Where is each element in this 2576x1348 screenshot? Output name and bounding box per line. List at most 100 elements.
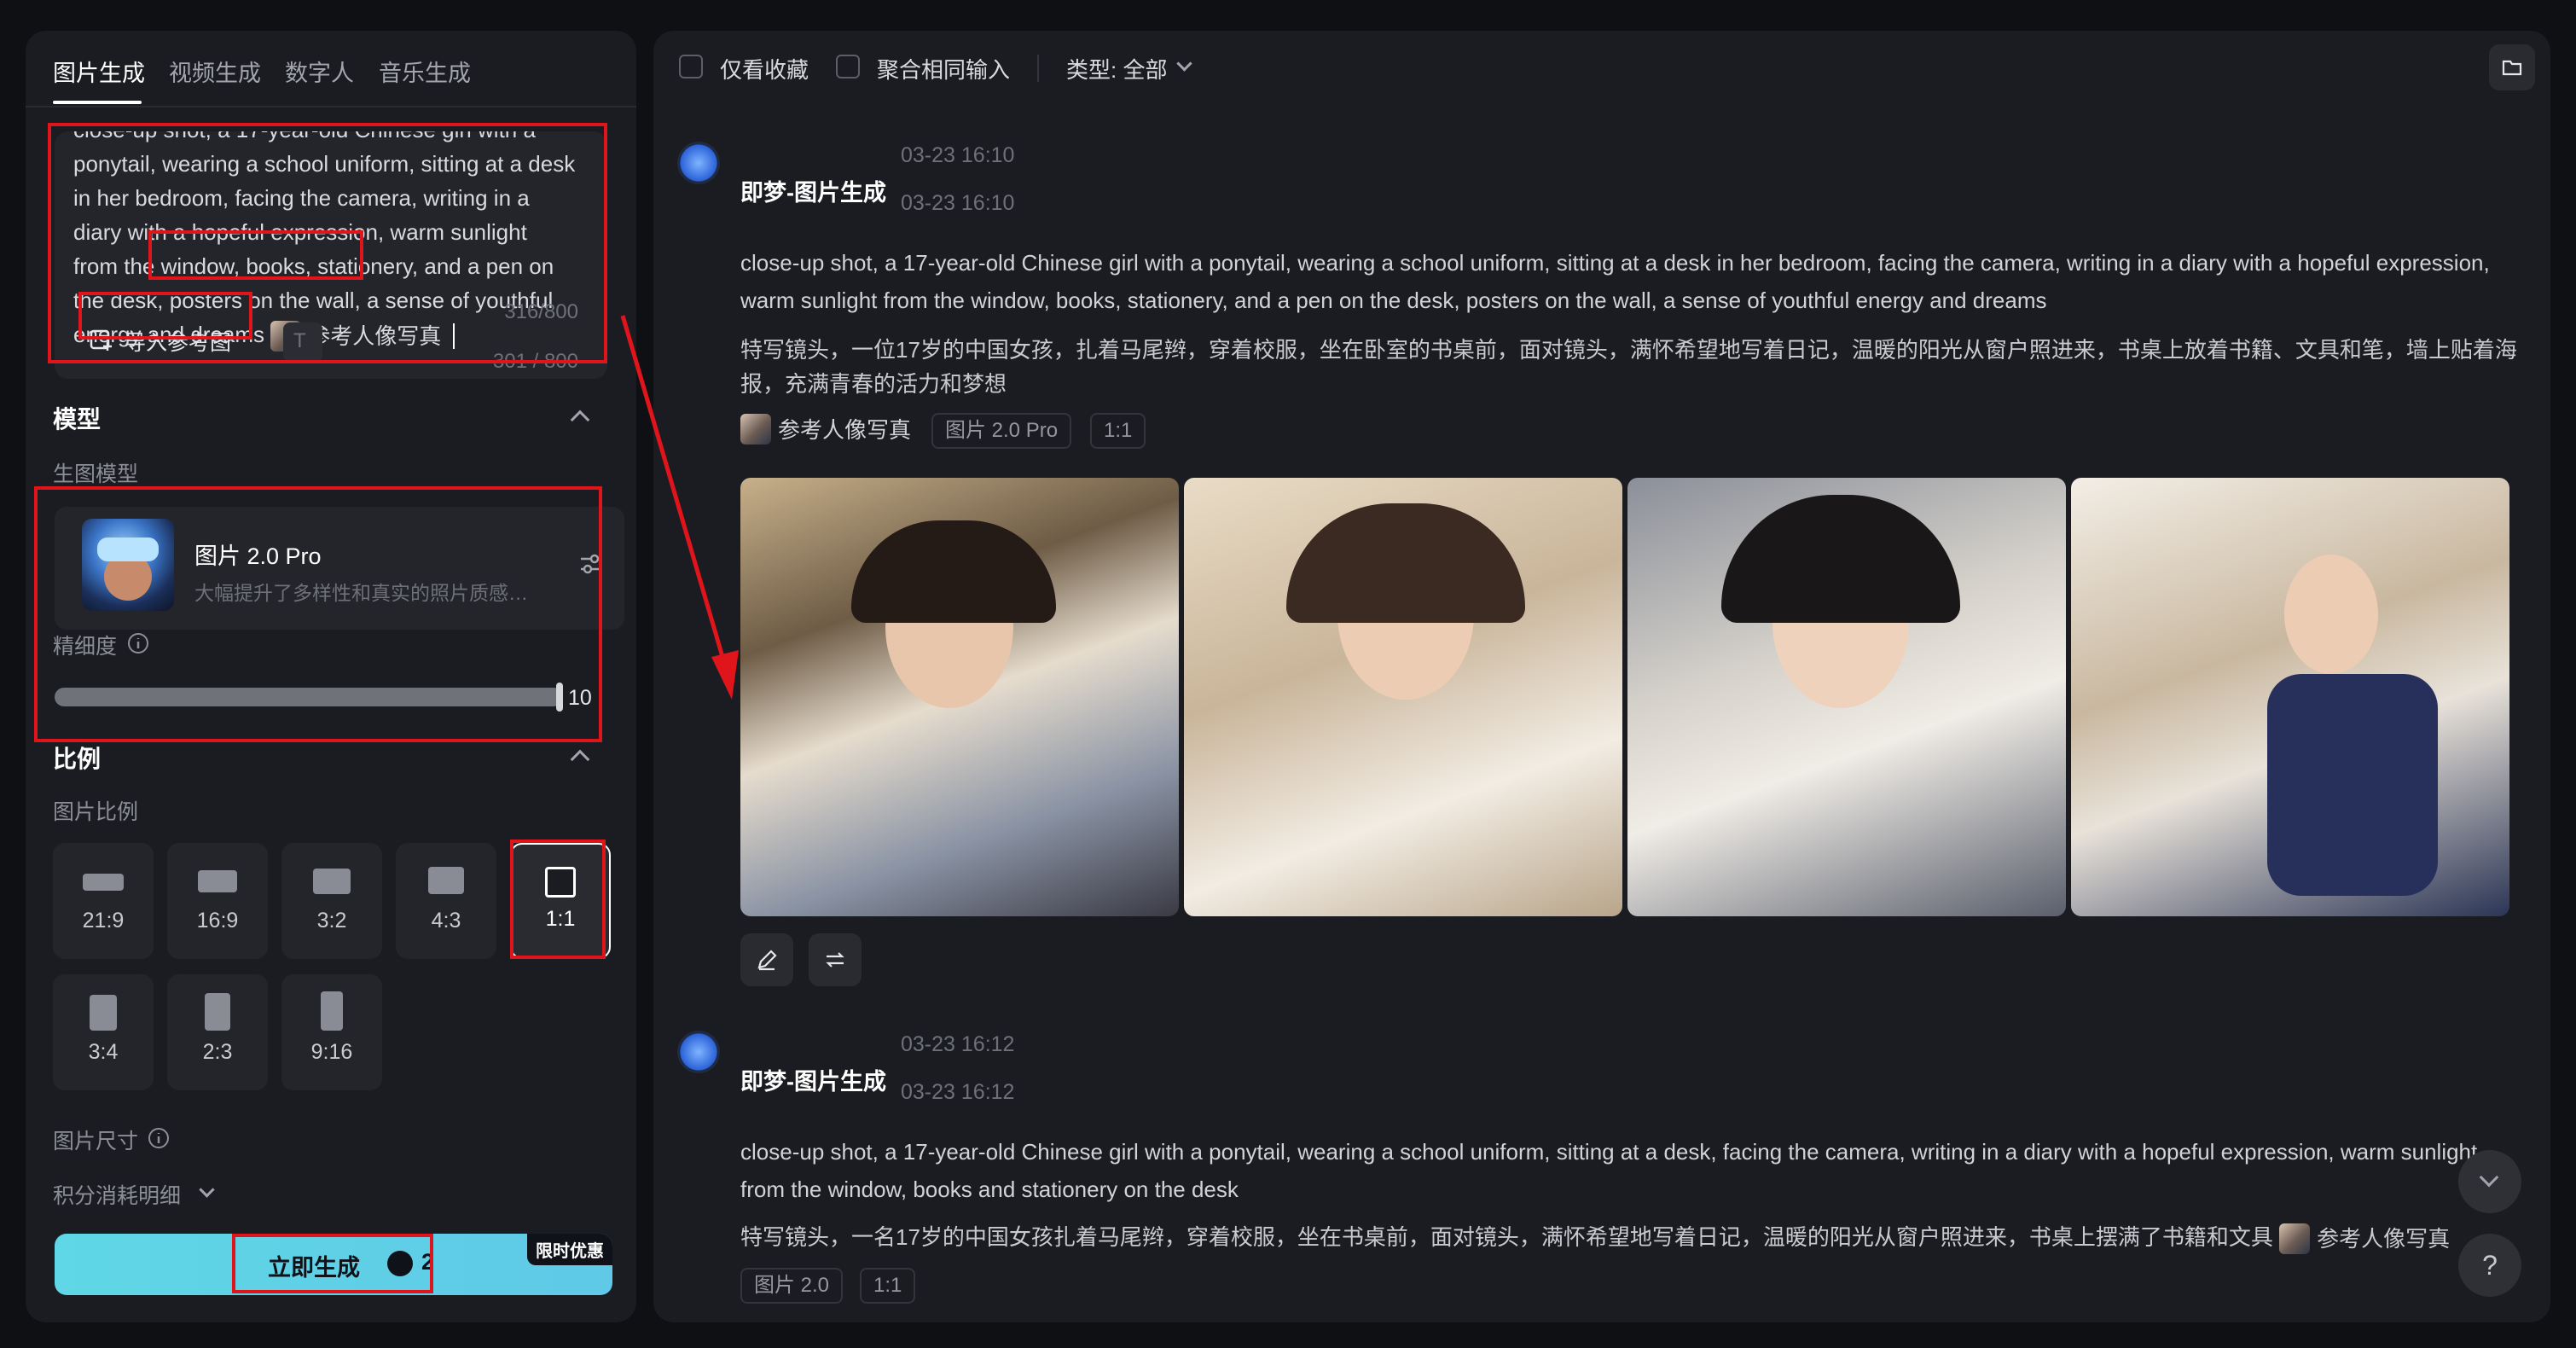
prompt-text[interactable]: close-up shot, a 17-year-old Chinese gir… [73,131,577,353]
char-count-b: 301 / 800 [492,350,578,373]
fav-only-checkbox[interactable] [679,55,703,78]
info-icon[interactable] [126,631,150,655]
result-image-2[interactable] [1184,478,1622,916]
tab-video[interactable]: 视频生成 [169,55,261,89]
ratio-collapse-icon[interactable] [570,749,590,770]
help-button[interactable]: ? [2458,1234,2521,1297]
msg1-prompt-zh: 特写镜头，一位17岁的中国女孩，扎着马尾辫，穿着校服，坐在卧室的书桌前，面对镜头… [740,337,2517,397]
result-image-1[interactable] [740,478,1179,916]
edit-button[interactable] [740,933,793,986]
msg2-time1: 03-23 16:12 [901,1032,1015,1056]
ref-avatar [2279,1223,2311,1255]
ratio-label: 1:1 [545,907,576,931]
msg1-prompt-en: close-up shot, a 17-year-old Chinese gir… [740,250,2490,313]
msg1-sender: 即梦-图片生成 [740,180,886,206]
ratio-option-21-9[interactable]: 21:9 [53,843,154,959]
msg1-ref-tag[interactable]: 参考人像写真 [740,413,911,444]
import-ref-label: 导入参考图 [125,331,232,355]
tab-music[interactable]: 音乐生成 [379,55,471,89]
ratio-label: 3:2 [316,909,347,933]
msg1-ref-label: 参考人像写真 [778,417,912,443]
image-hair [851,520,1056,623]
model-collapse-icon[interactable] [570,410,590,430]
credit-icon [387,1251,413,1276]
ratio-shape [313,869,351,894]
msg2-ref-label: 参考人像写真 [2317,1226,2451,1252]
annotation-arrow-icon [620,315,739,700]
ratio-option-2-3[interactable]: 2:3 [167,974,268,1090]
size-info-icon[interactable] [147,1126,171,1150]
ratio-label: 4:3 [431,909,461,933]
ratio-label: 2:3 [202,1040,233,1064]
text-format-icon: T [293,329,306,352]
regenerate-icon [826,952,844,967]
msg2-sender: 即梦-图片生成 [740,1069,886,1095]
precision-label: 精细度 [53,635,118,659]
msg2-prompt-zh: 特写镜头，一名17岁的中国女孩扎着马尾辫，穿着校服，坐在书桌前，面对镜头，满怀希… [740,1220,2523,1256]
tab-image[interactable]: 图片生成 [53,55,145,89]
ratio-shape [321,991,343,1031]
merge-checkbox[interactable] [836,55,860,78]
right-panel: 仅看收藏 聚合相同输入 类型: 全部 03-23 16:10 即梦-图片生成 0… [653,31,2550,1322]
ratio-label: 16:9 [196,909,239,933]
ratio-shape [428,867,464,894]
ratio-section-title: 比例 [53,746,102,772]
char-count-a: 316/800 [504,300,578,323]
ratio-label: 9:16 [310,1040,353,1064]
result-image-4[interactable] [2071,478,2509,916]
folder-icon [2502,60,2522,76]
ratio-label: 3:4 [88,1040,119,1064]
ratio-shape [205,993,230,1031]
scroll-down-button[interactable] [2458,1150,2521,1213]
toolbar-divider [1037,55,1039,82]
msg2-ratio-tag: 1:1 [860,1268,916,1304]
ratio-option-3-2[interactable]: 3:2 [281,843,382,959]
msg2-ref-chip[interactable]: 参考人像写真 [2279,1222,2450,1256]
thumb-goggles [97,537,159,561]
ratio-shape [545,867,576,898]
msg2-prompt-en: close-up shot, a 17-year-old Chinese gir… [740,1139,2478,1202]
result-image-3[interactable] [1627,478,2066,916]
image-hair [1721,495,1960,623]
assistant-avatar-icon [677,142,720,184]
import-image-icon [90,329,112,351]
cost-detail-chevron-icon[interactable] [199,1182,215,1198]
ratio-shape [90,995,117,1031]
ratio-subtitle: 图片比例 [53,800,139,824]
model-name: 图片 2.0 Pro [194,543,322,569]
prompt-input[interactable]: close-up shot, a 17-year-old Chinese gir… [55,131,607,379]
ratio-option-3-4[interactable]: 3:4 [53,974,154,1090]
model-card[interactable]: 图片 2.0 Pro 大幅提升了多样性和真实的照片质感… [55,507,624,630]
tab-digital-human[interactable]: 数字人 [285,55,354,89]
ratio-label: 21:9 [82,909,125,933]
ratio-option-1-1[interactable]: 1:1 [510,843,611,959]
model-subtitle: 生图模型 [53,462,139,486]
model-desc: 大幅提升了多样性和真实的照片质感… [194,582,528,604]
cost-detail-link[interactable]: 积分消耗明细 [53,1179,181,1210]
precision-slider[interactable] [55,688,563,706]
image-hair [1286,503,1525,623]
image-face [2284,555,2378,674]
import-ref-button[interactable]: 导入参考图 [89,326,231,357]
msg1-time1: 03-23 16:10 [901,143,1015,167]
generate-label: 立即生成 [268,1255,360,1281]
tab-underline [53,101,142,104]
type-filter[interactable]: 类型: 全部 [1066,53,1167,84]
text-format-button[interactable]: T [283,322,322,362]
ratio-option-4-3[interactable]: 4:3 [396,843,496,959]
generate-button[interactable]: 立即生成 2 限时优惠 [55,1234,612,1295]
model-section-title: 模型 [53,406,102,433]
image-uniform [2267,674,2438,896]
type-filter-chevron-icon[interactable] [1176,55,1192,72]
msg1-time2: 03-23 16:10 [901,191,1015,215]
generate-cost: 2 [421,1249,435,1275]
folder-button[interactable] [2489,44,2535,90]
image-size-label: 图片尺寸 [53,1130,139,1153]
ratio-option-9-16[interactable]: 9:16 [281,974,382,1090]
merge-label: 聚合相同输入 [877,57,1011,83]
fav-only-label: 仅看收藏 [720,57,809,83]
precision-slider-handle[interactable] [556,683,563,712]
ratio-option-16-9[interactable]: 16:9 [167,843,268,959]
regenerate-button[interactable] [809,933,862,986]
precision-value: 10 [568,686,592,710]
